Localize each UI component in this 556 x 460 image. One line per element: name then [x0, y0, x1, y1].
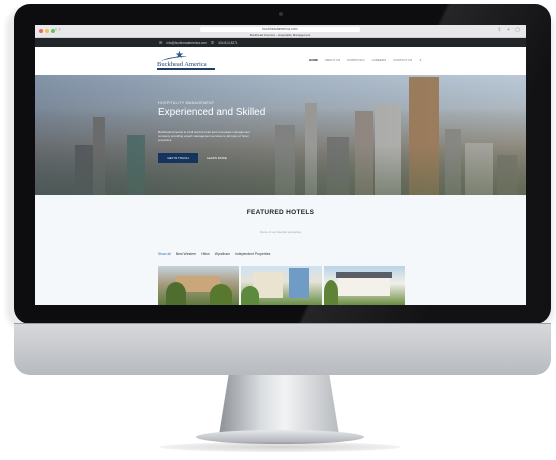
mail-icon: ✉	[159, 40, 163, 45]
hotel-photo[interactable]	[241, 266, 322, 305]
tree	[324, 280, 338, 305]
filter-independent-properties[interactable]: Independent Properties	[235, 252, 270, 256]
hotel-photo[interactable]	[324, 266, 405, 305]
filter-wyndham[interactable]: Wyndham	[215, 252, 230, 256]
hero-title: Experienced and Skilled	[158, 107, 266, 118]
browser-toolbar: ‹ › buckheadamerica.com Buckhead America…	[35, 25, 526, 38]
hotel-building	[338, 276, 390, 296]
minimize-window-button[interactable]	[45, 29, 49, 33]
phone-icon: ✆	[210, 40, 215, 45]
screen: ‹ › buckheadamerica.com Buckhead America…	[35, 25, 526, 305]
site-header: ★ Buckhead America HOME ABOUT US PORTFOL…	[35, 47, 526, 75]
palm-tree	[166, 282, 186, 305]
main-nav: HOME ABOUT US PORTFOLIO CAREERS CONTACT …	[309, 57, 422, 62]
logo-underline	[157, 68, 215, 70]
topbar-email[interactable]: info@buckheadamerica.com	[166, 41, 206, 45]
hero-kicker: HOSPITALITY MANAGEMENT	[158, 101, 215, 105]
window-controls	[39, 29, 55, 33]
get-in-touch-button[interactable]: GET IN TOUCH	[158, 153, 198, 163]
browser-action-icons[interactable]: ⇪ + ▢	[497, 27, 522, 33]
close-window-button[interactable]	[39, 29, 43, 33]
featured-title: FEATURED HOTELS	[246, 209, 315, 216]
search-icon[interactable]: ⌕	[419, 57, 421, 62]
hotel-roof	[336, 272, 392, 278]
star-icon: ★	[175, 50, 184, 61]
chin-divider	[14, 323, 551, 324]
address-bar[interactable]: buckheadamerica.com	[200, 27, 360, 32]
nav-portfolio[interactable]: PORTFOLIO	[347, 58, 364, 62]
site-logo[interactable]: ★ Buckhead America	[157, 51, 217, 71]
hero-section: HOSPITALITY MANAGEMENT Experienced and S…	[35, 75, 526, 195]
hotel-gallery	[158, 266, 405, 305]
filter-show-all[interactable]: Show all	[158, 252, 171, 256]
filter-hilton[interactable]: Hilton	[201, 252, 210, 256]
hotel-photo[interactable]	[158, 266, 239, 305]
filter-best-western[interactable]: Best Western	[176, 252, 196, 256]
hero-overlay	[35, 75, 526, 195]
topbar-phone[interactable]: 404.814.8271	[218, 41, 238, 45]
learn-more-link[interactable]: LEARN MORE	[207, 153, 227, 163]
tree	[241, 286, 259, 305]
monitor-stand	[219, 375, 339, 435]
hotel-tower	[289, 268, 309, 298]
nav-careers[interactable]: CAREERS	[372, 58, 387, 62]
nav-contact-us[interactable]: CONTACT US	[393, 58, 412, 62]
nav-home[interactable]: HOME	[309, 58, 318, 62]
browser-tab[interactable]: Buckhead America – Hospitality Managemen…	[230, 33, 330, 38]
back-forward-icon[interactable]: ‹ ›	[55, 27, 61, 33]
hotel-filters: Show all Best Western Hilton Wyndham Ind…	[158, 252, 270, 256]
logo-text: Buckhead America	[157, 61, 207, 68]
contact-topbar: ✉ info@buckheadamerica.com ✆ 404.814.827…	[35, 38, 526, 47]
monitor-chin	[14, 323, 551, 375]
featured-subtitle: Some of our favorite properties	[259, 230, 302, 234]
floor-shadow	[160, 442, 400, 452]
nav-about-us[interactable]: ABOUT US	[325, 58, 340, 62]
hero-description: Buckhead America is a full service hotel…	[158, 130, 250, 142]
palm-tree	[210, 284, 232, 305]
featured-hotels-section: FEATURED HOTELS Some of our favorite pro…	[35, 195, 526, 305]
camera-icon	[279, 12, 283, 16]
